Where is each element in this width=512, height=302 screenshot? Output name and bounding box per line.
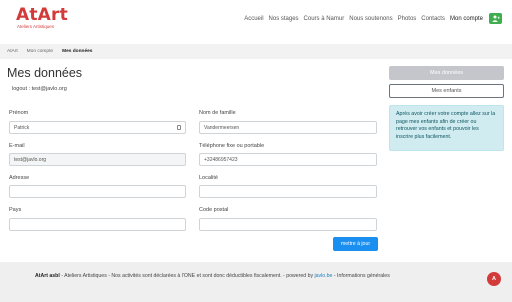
pays-label: Pays [9, 207, 22, 213]
nom-label: Nom de famille [199, 110, 236, 116]
mes-donnees-button[interactable]: Mes données [389, 66, 504, 80]
adresse-field[interactable] [9, 185, 186, 198]
user-add-button[interactable] [489, 13, 502, 24]
localite-label: Localité [199, 175, 218, 181]
scroll-top-badge[interactable]: A [487, 272, 501, 286]
main-nav: Accueil Nos stages Cours à Namur Nous so… [239, 13, 502, 24]
prenom-label: Prénom [9, 110, 29, 116]
pays-field[interactable] [9, 218, 186, 231]
code-postal-field[interactable] [199, 218, 377, 231]
footer-javlo-link[interactable]: javlo.be [315, 273, 333, 279]
nav-item-cours[interactable]: Cours à Namur [304, 16, 345, 22]
autofill-key-icon[interactable] [177, 125, 181, 130]
footer-org: AtArt asbl [35, 273, 60, 279]
nav-item-stages[interactable]: Nos stages [269, 16, 299, 22]
nav-item-photos[interactable]: Photos [398, 16, 417, 22]
mes-enfants-button[interactable]: Mes enfants [389, 84, 504, 98]
breadcrumb-item-account[interactable]: Mon compte [27, 49, 53, 54]
email-field[interactable]: test@javlo.org [9, 153, 186, 166]
prenom-value: Patrick [14, 124, 30, 131]
footer-description: - Ateliers Artistiques - Nos activités s… [59, 273, 315, 279]
email-value: test@javlo.org [14, 156, 47, 163]
breadcrumb-item-current: Mes données [62, 49, 93, 54]
page-title: Mes données [7, 66, 83, 80]
logo[interactable]: AtArt Ateliers Artistiques [16, 6, 68, 30]
localite-field[interactable] [199, 185, 377, 198]
update-button[interactable]: mettre à jour [333, 237, 378, 251]
nom-field[interactable]: Vandermeersen [199, 121, 377, 134]
nom-value: Vandermeersen [204, 124, 240, 131]
nav-item-soutenons[interactable]: Nous soutenons [349, 16, 392, 22]
logout-link[interactable]: logout : test@javlo.org [12, 86, 67, 92]
logo-title: AtArt [16, 5, 68, 25]
footer: AtArt asbl - Ateliers Artistiques - Nos … [0, 262, 512, 302]
footer-text: AtArt asbl - Ateliers Artistiques - Nos … [35, 273, 390, 279]
email-label: E-mail [9, 143, 25, 149]
info-alert: Après avoir créer votre compte allez sur… [389, 105, 504, 151]
user-add-icon [492, 15, 500, 22]
header: AtArt Ateliers Artistiques Accueil Nos s… [0, 0, 512, 42]
nav-item-mon-compte[interactable]: Mon compte [450, 16, 483, 22]
nav-item-contacts[interactable]: Contacts [421, 16, 445, 22]
code-postal-label: Code postal [199, 207, 229, 213]
nav-item-accueil[interactable]: Accueil [244, 16, 263, 22]
prenom-field[interactable]: Patrick [9, 121, 186, 134]
breadcrumb-item-home[interactable]: AtArt [7, 49, 18, 54]
footer-info-link[interactable]: - Informations générales [332, 273, 390, 279]
phone-label: Téléphone fixe ou portable [199, 143, 265, 149]
breadcrumb: AtArt Mon compte Mes données [0, 44, 512, 59]
phone-value: +32486957423 [204, 156, 238, 163]
phone-field[interactable]: +32486957423 [199, 153, 377, 166]
adresse-label: Adresse [9, 175, 30, 181]
